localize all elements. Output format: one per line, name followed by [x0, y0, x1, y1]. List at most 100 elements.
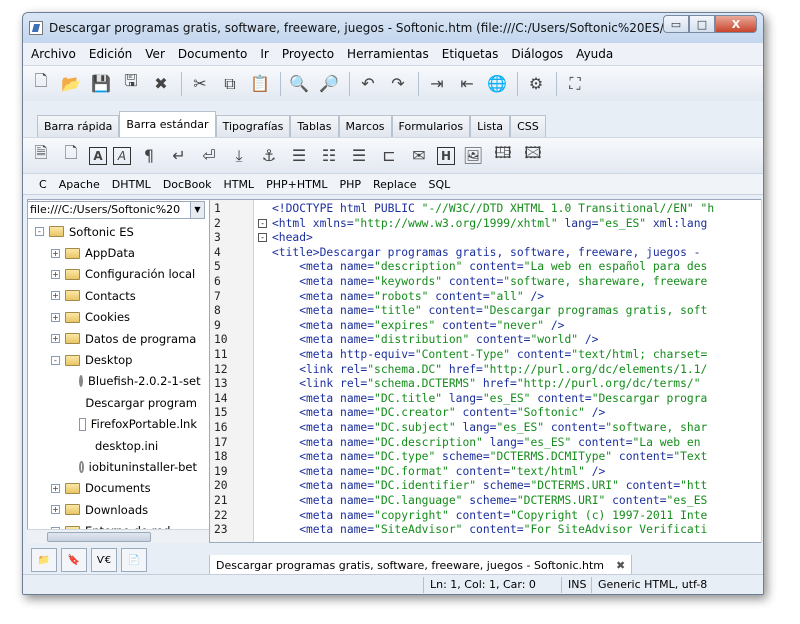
body-icon[interactable]: 🗋 [59, 143, 83, 168]
tab-tipografias[interactable]: Tipografías [215, 115, 291, 137]
tree-item[interactable]: + Datos de programa [27, 328, 197, 349]
menu-edicion[interactable]: Edición [89, 47, 132, 61]
anchor-icon[interactable]: ⚓ [257, 144, 281, 168]
save-icon[interactable]: 💾 [89, 72, 113, 96]
path-dropdown[interactable]: file:///C:/Users/Softonic%20 ▼ [27, 201, 205, 219]
copy-icon[interactable]: ⧉ [218, 72, 242, 96]
expand-icon[interactable]: + [51, 334, 60, 344]
tree-item[interactable]: + Configuración local [27, 264, 197, 285]
maximize-button[interactable]: □ [689, 15, 715, 33]
fold-toggle-icon[interactable]: - [258, 233, 267, 243]
quick-php-html[interactable]: PHP+HTML [266, 178, 327, 191]
quickstart-icon[interactable]: 🗎 [29, 143, 53, 168]
multi-thumbnail-icon[interactable]: 🖾 [521, 143, 545, 168]
tree-item[interactable]: + AppData [27, 242, 197, 263]
expand-icon[interactable]: + [51, 291, 60, 301]
paste-icon[interactable]: 📋 [248, 72, 272, 96]
menu-proyecto[interactable]: Proyecto [282, 47, 334, 61]
collapse-icon[interactable]: - [35, 227, 44, 237]
tree-item[interactable]: desktop.ini [27, 435, 197, 456]
snippets-tab-icon[interactable]: 📄 [121, 548, 147, 572]
tree-horizontal-scrollbar[interactable] [27, 529, 211, 543]
break-clear-icon[interactable]: ⏎ [197, 144, 221, 168]
tree-item[interactable]: Bluefish-2.0.2-1-set [27, 371, 201, 392]
tab-marcos[interactable]: Marcos [338, 115, 392, 137]
preferences-icon[interactable]: ⚙ [524, 72, 548, 96]
undo-icon[interactable]: ↶ [356, 72, 380, 96]
menu-etiquetas[interactable]: Etiquetas [442, 47, 499, 61]
quick-c[interactable]: C [39, 178, 47, 191]
fold-toggle-icon[interactable]: - [258, 218, 267, 228]
quick-apache[interactable]: Apache [59, 178, 100, 191]
image-icon[interactable]: 🖼 [461, 144, 485, 168]
tree-item[interactable]: + Contacts [27, 285, 197, 306]
heading-icon[interactable]: H [437, 146, 455, 165]
tab-lista[interactable]: Lista [470, 115, 511, 137]
close-tab-icon[interactable]: ✖ [616, 559, 625, 572]
tree-item[interactable]: + Downloads [27, 499, 197, 520]
charmap-tab-icon[interactable]: Ѵ€ [91, 548, 117, 572]
close-doc-icon[interactable]: ✖ [149, 72, 173, 96]
tab-formularios[interactable]: Formularios [391, 115, 471, 137]
menu-herramientas[interactable]: Herramientas [347, 47, 429, 61]
email-icon[interactable]: ✉ [407, 144, 431, 168]
tab-tablas[interactable]: Tablas [290, 115, 339, 137]
tree-item[interactable]: iobituninstaller-bet [27, 456, 197, 477]
quick-dhtml[interactable]: DHTML [112, 178, 151, 191]
expand-icon[interactable]: + [51, 505, 60, 515]
quick-html[interactable]: HTML [223, 178, 254, 191]
unindent-icon[interactable]: ⇤ [455, 72, 479, 96]
minimize-button[interactable]: ▭ [663, 15, 689, 33]
open-folder-icon[interactable]: 📂 [59, 72, 83, 96]
editor-vertical-scrollbar[interactable] [761, 199, 763, 543]
quick-replace[interactable]: Replace [373, 178, 417, 191]
save-as-icon[interactable]: 🖫 [119, 71, 143, 96]
expand-icon[interactable]: + [51, 483, 60, 493]
chevron-down-icon[interactable]: ▼ [190, 202, 204, 218]
indent-icon[interactable]: ⇥ [425, 72, 449, 96]
new-file-icon[interactable]: 🗋 [29, 71, 53, 96]
cut-icon[interactable]: ✂ [188, 72, 212, 96]
tree-item[interactable]: + Documents [27, 478, 197, 499]
menu-documento[interactable]: Documento [178, 47, 248, 61]
tab-barra-estandar[interactable]: Barra estándar [119, 111, 216, 137]
tree-item[interactable]: - Softonic ES [27, 221, 197, 242]
expand-icon[interactable]: + [51, 312, 60, 322]
title-bar[interactable]: Descargar programas gratis, software, fr… [23, 13, 763, 43]
menu-ver[interactable]: Ver [145, 47, 165, 61]
quick-php[interactable]: PHP [339, 178, 361, 191]
tab-css[interactable]: CSS [510, 115, 546, 137]
align-left-icon[interactable]: ☰ [287, 144, 311, 168]
italic-icon[interactable]: A [113, 146, 131, 165]
scroll-thumb[interactable] [47, 532, 151, 542]
bookmarks-tab-icon[interactable]: 🔖 [61, 548, 87, 572]
thumbnail-icon[interactable]: 🖽 [491, 143, 515, 168]
align-right-icon[interactable]: ☰ [347, 144, 371, 168]
paragraph-icon[interactable]: ¶ [137, 144, 161, 168]
tree-item[interactable]: Descargar program [27, 392, 197, 413]
tab-barra-rapida[interactable]: Barra rápida [37, 115, 120, 137]
replace-icon[interactable]: 🔎 [317, 72, 341, 96]
code-editor[interactable]: 1 <!DOCTYPE html PUBLIC "-//W3C//DTD XHTM… [209, 199, 763, 543]
nbsp-icon[interactable]: ⤓ [227, 144, 251, 168]
close-button[interactable]: X [715, 15, 757, 33]
tree-item[interactable]: FirefoxPortable.lnk [27, 414, 197, 435]
quick-docbook[interactable]: DocBook [163, 178, 212, 191]
quick-sql[interactable]: SQL [429, 178, 451, 191]
tree-item[interactable]: - Desktop [27, 349, 197, 370]
menu-ayuda[interactable]: Ayuda [576, 47, 613, 61]
expand-icon[interactable]: + [51, 248, 60, 258]
tree-item[interactable]: + Cookies [27, 307, 197, 328]
expand-icon[interactable]: + [51, 269, 60, 279]
redo-icon[interactable]: ↷ [386, 72, 410, 96]
filebrowser-tab-icon[interactable]: 📁 [31, 548, 57, 572]
comment-icon[interactable]: ⊏ [377, 144, 401, 168]
menu-archivo[interactable]: Archivo [31, 47, 76, 61]
find-icon[interactable]: 🔍 [287, 72, 311, 96]
preview-icon[interactable]: 🌐 [485, 72, 509, 96]
break-icon[interactable]: ↵ [167, 144, 191, 168]
collapse-icon[interactable]: - [51, 355, 60, 365]
bold-icon[interactable]: A [89, 146, 107, 165]
fullscreen-icon[interactable]: ⛶ [563, 72, 587, 96]
menu-ir[interactable]: Ir [260, 47, 268, 61]
